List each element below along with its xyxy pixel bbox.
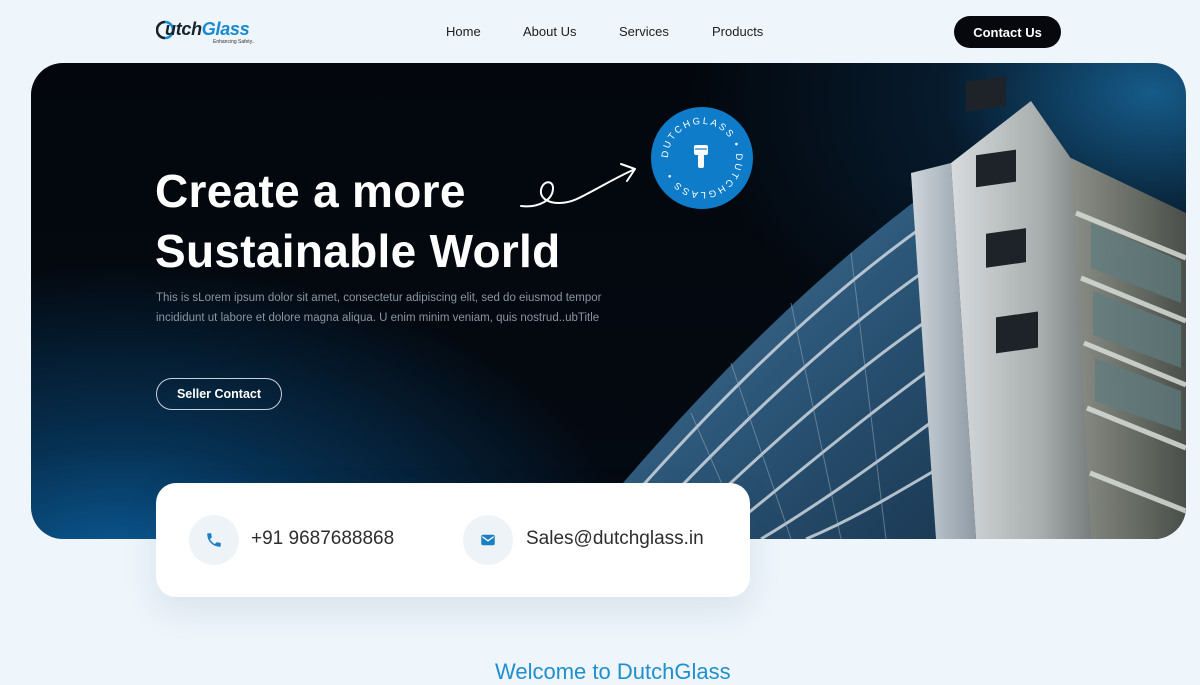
- logo-tagline: Enhancing Safety..: [213, 39, 255, 45]
- phone-icon-wrap[interactable]: [189, 515, 239, 565]
- logo-word-dark: utch: [165, 19, 202, 39]
- logo-wordmark: utchGlass: [165, 19, 250, 40]
- nav-home[interactable]: Home: [446, 24, 481, 39]
- phone-icon: [207, 533, 221, 547]
- contact-phone[interactable]: +91 9687688868: [251, 528, 394, 550]
- nav-about-us[interactable]: About Us: [523, 24, 576, 39]
- welcome-heading: Welcome to DutchGlass: [495, 659, 731, 684]
- logo[interactable]: utchGlass Enhancing Safety..: [156, 18, 266, 48]
- mail-icon-wrap[interactable]: [463, 515, 513, 565]
- nav-products[interactable]: Products: [712, 24, 763, 39]
- dutchglass-badge[interactable]: DUTCHGLASS • DUTCHGLASS •: [651, 107, 753, 209]
- nav-services[interactable]: Services: [619, 24, 669, 39]
- contact-email[interactable]: Sales@dutchglass.in: [526, 528, 704, 550]
- arrow-squiggle-icon: [520, 163, 636, 208]
- mail-icon: [481, 534, 495, 546]
- contact-us-button[interactable]: Contact Us: [954, 16, 1061, 48]
- logo-word-accent: Glass: [201, 19, 250, 39]
- seller-contact-button[interactable]: Seller Contact: [156, 378, 282, 410]
- hero-description: This is sLorem ipsum dolor sit amet, con…: [156, 292, 602, 324]
- hero-banner: Create a more Sustainable World DUTCHGLA…: [31, 63, 1186, 539]
- site-header: utchGlass Enhancing Safety.. Home About …: [0, 0, 1200, 62]
- contact-card: +91 9687688868 Sales@dutchglass.in: [156, 483, 750, 597]
- hero-title-line-2: Sustainable World: [155, 225, 561, 277]
